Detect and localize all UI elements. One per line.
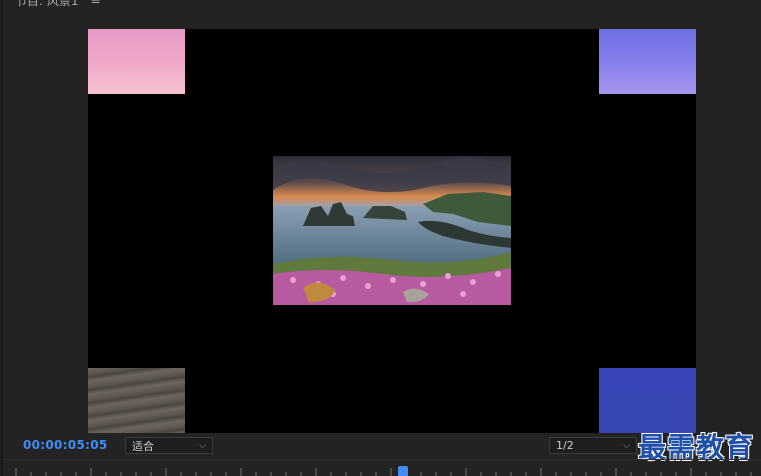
thumbnail-bottom-left [88, 368, 185, 433]
playhead-timecode[interactable]: 00:00:05:05 [23, 438, 108, 452]
playhead-marker[interactable] [398, 466, 408, 476]
zoom-fit-dropdown[interactable]: 适合 ⌵ [125, 437, 213, 454]
panel-left-border [0, 0, 3, 476]
panel-title[interactable]: 节目: 风景1 [15, 0, 79, 9]
chevron-down-icon: ⌵ [623, 440, 630, 451]
main-landscape-image [273, 156, 511, 305]
zoom-fit-value: 适合 [132, 439, 154, 453]
chevron-down-icon: ⌵ [199, 440, 206, 451]
time-ruler[interactable] [3, 459, 761, 476]
playback-resolution-value: 1/2 [556, 439, 574, 452]
hamburger-menu-icon[interactable]: ≡ [91, 0, 101, 6]
program-monitor-canvas[interactable] [88, 29, 696, 433]
thumbnail-top-left [88, 29, 185, 94]
playback-resolution-dropdown[interactable]: 1/2 ⌵ [549, 437, 637, 454]
thumbnail-top-right [599, 29, 696, 94]
panel-header: 节目: 风景1 ≡ [3, 0, 761, 9]
thumbnail-bottom-right [599, 368, 696, 433]
